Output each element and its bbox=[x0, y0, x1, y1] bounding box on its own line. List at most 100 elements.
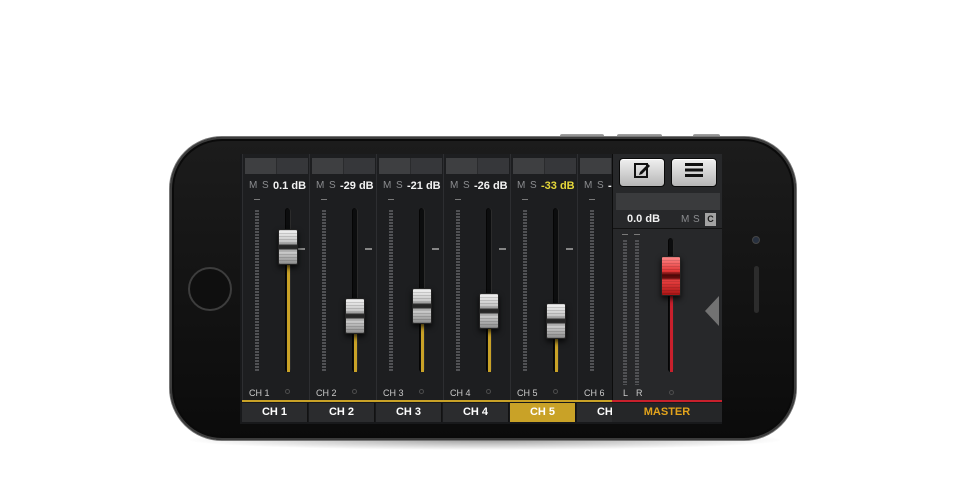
channel-name-slot[interactable] bbox=[379, 158, 442, 174]
fader-level-bar bbox=[554, 339, 558, 372]
fader-track[interactable] bbox=[412, 208, 432, 372]
meter-top-mark bbox=[589, 199, 595, 200]
meter-top-mark bbox=[321, 199, 327, 200]
fader-track[interactable] bbox=[546, 208, 566, 372]
menu-icon bbox=[685, 163, 703, 182]
master-panel: 0.0 dB M S C L R bbox=[612, 154, 722, 400]
tab-ch-3[interactable]: CH 3 bbox=[376, 403, 442, 422]
master-accent-line bbox=[612, 400, 722, 402]
master-fader-level-bar bbox=[669, 295, 673, 372]
solo-button[interactable]: S bbox=[329, 180, 336, 192]
level-meter bbox=[322, 210, 326, 372]
level-meter bbox=[255, 210, 259, 372]
gain-readout: -21 dB bbox=[407, 180, 441, 192]
unity-gain-mark bbox=[499, 248, 506, 250]
solo-button[interactable]: S bbox=[597, 180, 604, 192]
channel-label: CH 3 bbox=[383, 388, 404, 398]
gain-readout: -26 dB bbox=[474, 180, 508, 192]
fader-track[interactable] bbox=[345, 208, 365, 372]
fader-knob[interactable] bbox=[278, 229, 298, 266]
gain-readout: -29 dB bbox=[340, 180, 374, 192]
master-solo-button[interactable]: S bbox=[693, 214, 700, 226]
channel-strip: M S -33 dB CH 5 bbox=[510, 154, 577, 400]
fader-level-bar bbox=[353, 334, 357, 372]
unity-gain-mark bbox=[432, 248, 439, 250]
edit-icon bbox=[633, 161, 651, 184]
gain-readout: -33 dB bbox=[541, 180, 575, 192]
tab-ch-5[interactable]: CH 5 bbox=[510, 403, 576, 422]
channel-strip: M S -26 dB CH 4 bbox=[443, 154, 510, 400]
fader-indicator-dot bbox=[486, 389, 491, 394]
channel-name-slot[interactable] bbox=[245, 158, 308, 174]
mute-button[interactable]: M bbox=[584, 180, 592, 192]
mute-button[interactable]: M bbox=[249, 180, 257, 192]
unity-gain-mark bbox=[365, 248, 372, 250]
solo-button[interactable]: S bbox=[530, 180, 537, 192]
master-gain-readout: 0.0 dB bbox=[627, 213, 661, 225]
menu-button[interactable] bbox=[671, 158, 717, 187]
fader-knob[interactable] bbox=[479, 293, 499, 330]
level-meter bbox=[389, 210, 393, 372]
meter-top-mark bbox=[634, 234, 640, 235]
channel-label: CH 5 bbox=[517, 388, 538, 398]
master-mute-button[interactable]: M bbox=[681, 214, 689, 226]
level-meter bbox=[456, 210, 460, 372]
tab-master[interactable]: MASTER bbox=[612, 403, 722, 422]
tab-ch-2[interactable]: CH 2 bbox=[309, 403, 375, 422]
master-fader-track[interactable] bbox=[661, 238, 681, 372]
meter-top-mark bbox=[254, 199, 260, 200]
channel-name-slot[interactable] bbox=[513, 158, 576, 174]
fader-indicator-dot bbox=[553, 389, 558, 394]
fader-level-bar bbox=[286, 265, 290, 372]
edit-button[interactable] bbox=[619, 158, 665, 187]
level-meter bbox=[590, 210, 594, 372]
channel-label: CH 6 bbox=[584, 388, 605, 398]
master-left-meter bbox=[623, 240, 627, 385]
fader-indicator-dot bbox=[669, 390, 674, 395]
drawer-handle[interactable] bbox=[705, 296, 719, 326]
left-meter-label: L bbox=[623, 388, 629, 398]
fader-level-bar bbox=[487, 329, 491, 372]
fader-indicator-dot bbox=[419, 389, 424, 394]
fader-indicator-dot bbox=[285, 389, 290, 394]
meter-top-mark bbox=[522, 199, 528, 200]
channel-strip: M S 0.1 dB CH 1 bbox=[242, 154, 309, 400]
mute-button[interactable]: M bbox=[517, 180, 525, 192]
channel-label: CH 1 bbox=[249, 388, 270, 398]
fader-knob[interactable] bbox=[546, 303, 566, 340]
product-photo: M S 0.1 dB CH 1 M S -29 dB CH 2 M S -21 … bbox=[0, 0, 960, 480]
meter-top-mark bbox=[622, 234, 628, 235]
solo-button[interactable]: S bbox=[396, 180, 403, 192]
level-meter bbox=[523, 210, 527, 372]
fader-level-bar bbox=[420, 324, 424, 372]
unity-gain-mark bbox=[566, 248, 573, 250]
solo-button[interactable]: S bbox=[262, 180, 269, 192]
meter-top-mark bbox=[455, 199, 461, 200]
fader-track[interactable] bbox=[278, 208, 298, 372]
mute-button[interactable]: M bbox=[450, 180, 458, 192]
master-right-meter bbox=[635, 240, 639, 385]
channels-accent-line bbox=[242, 400, 612, 402]
channel-strip: M S -21 dB CH 3 bbox=[376, 154, 443, 400]
meter-top-mark bbox=[388, 199, 394, 200]
right-meter-label: R bbox=[636, 388, 643, 398]
mute-button[interactable]: M bbox=[316, 180, 324, 192]
fader-track[interactable] bbox=[479, 208, 499, 372]
channel-strip: M S -29 dB CH 2 bbox=[309, 154, 376, 400]
channel-name-slot[interactable] bbox=[446, 158, 509, 174]
home-button bbox=[188, 267, 232, 311]
mute-button[interactable]: M bbox=[383, 180, 391, 192]
tab-ch-1[interactable]: CH 1 bbox=[242, 403, 308, 422]
solo-button[interactable]: S bbox=[463, 180, 470, 192]
channel-name-slot[interactable] bbox=[312, 158, 375, 174]
fader-knob[interactable] bbox=[412, 288, 432, 325]
tab-ch-4[interactable]: CH 4 bbox=[443, 403, 509, 422]
fader-knob[interactable] bbox=[345, 298, 365, 335]
fader-indicator-dot bbox=[352, 389, 357, 394]
unity-gain-mark bbox=[298, 248, 305, 250]
master-fader-knob[interactable] bbox=[661, 255, 681, 296]
master-c-button[interactable]: C bbox=[705, 213, 716, 226]
master-divider bbox=[613, 228, 722, 229]
gain-readout: 0.1 dB bbox=[273, 180, 307, 192]
mixer-screen: M S 0.1 dB CH 1 M S -29 dB CH 2 M S -21 … bbox=[240, 154, 722, 424]
